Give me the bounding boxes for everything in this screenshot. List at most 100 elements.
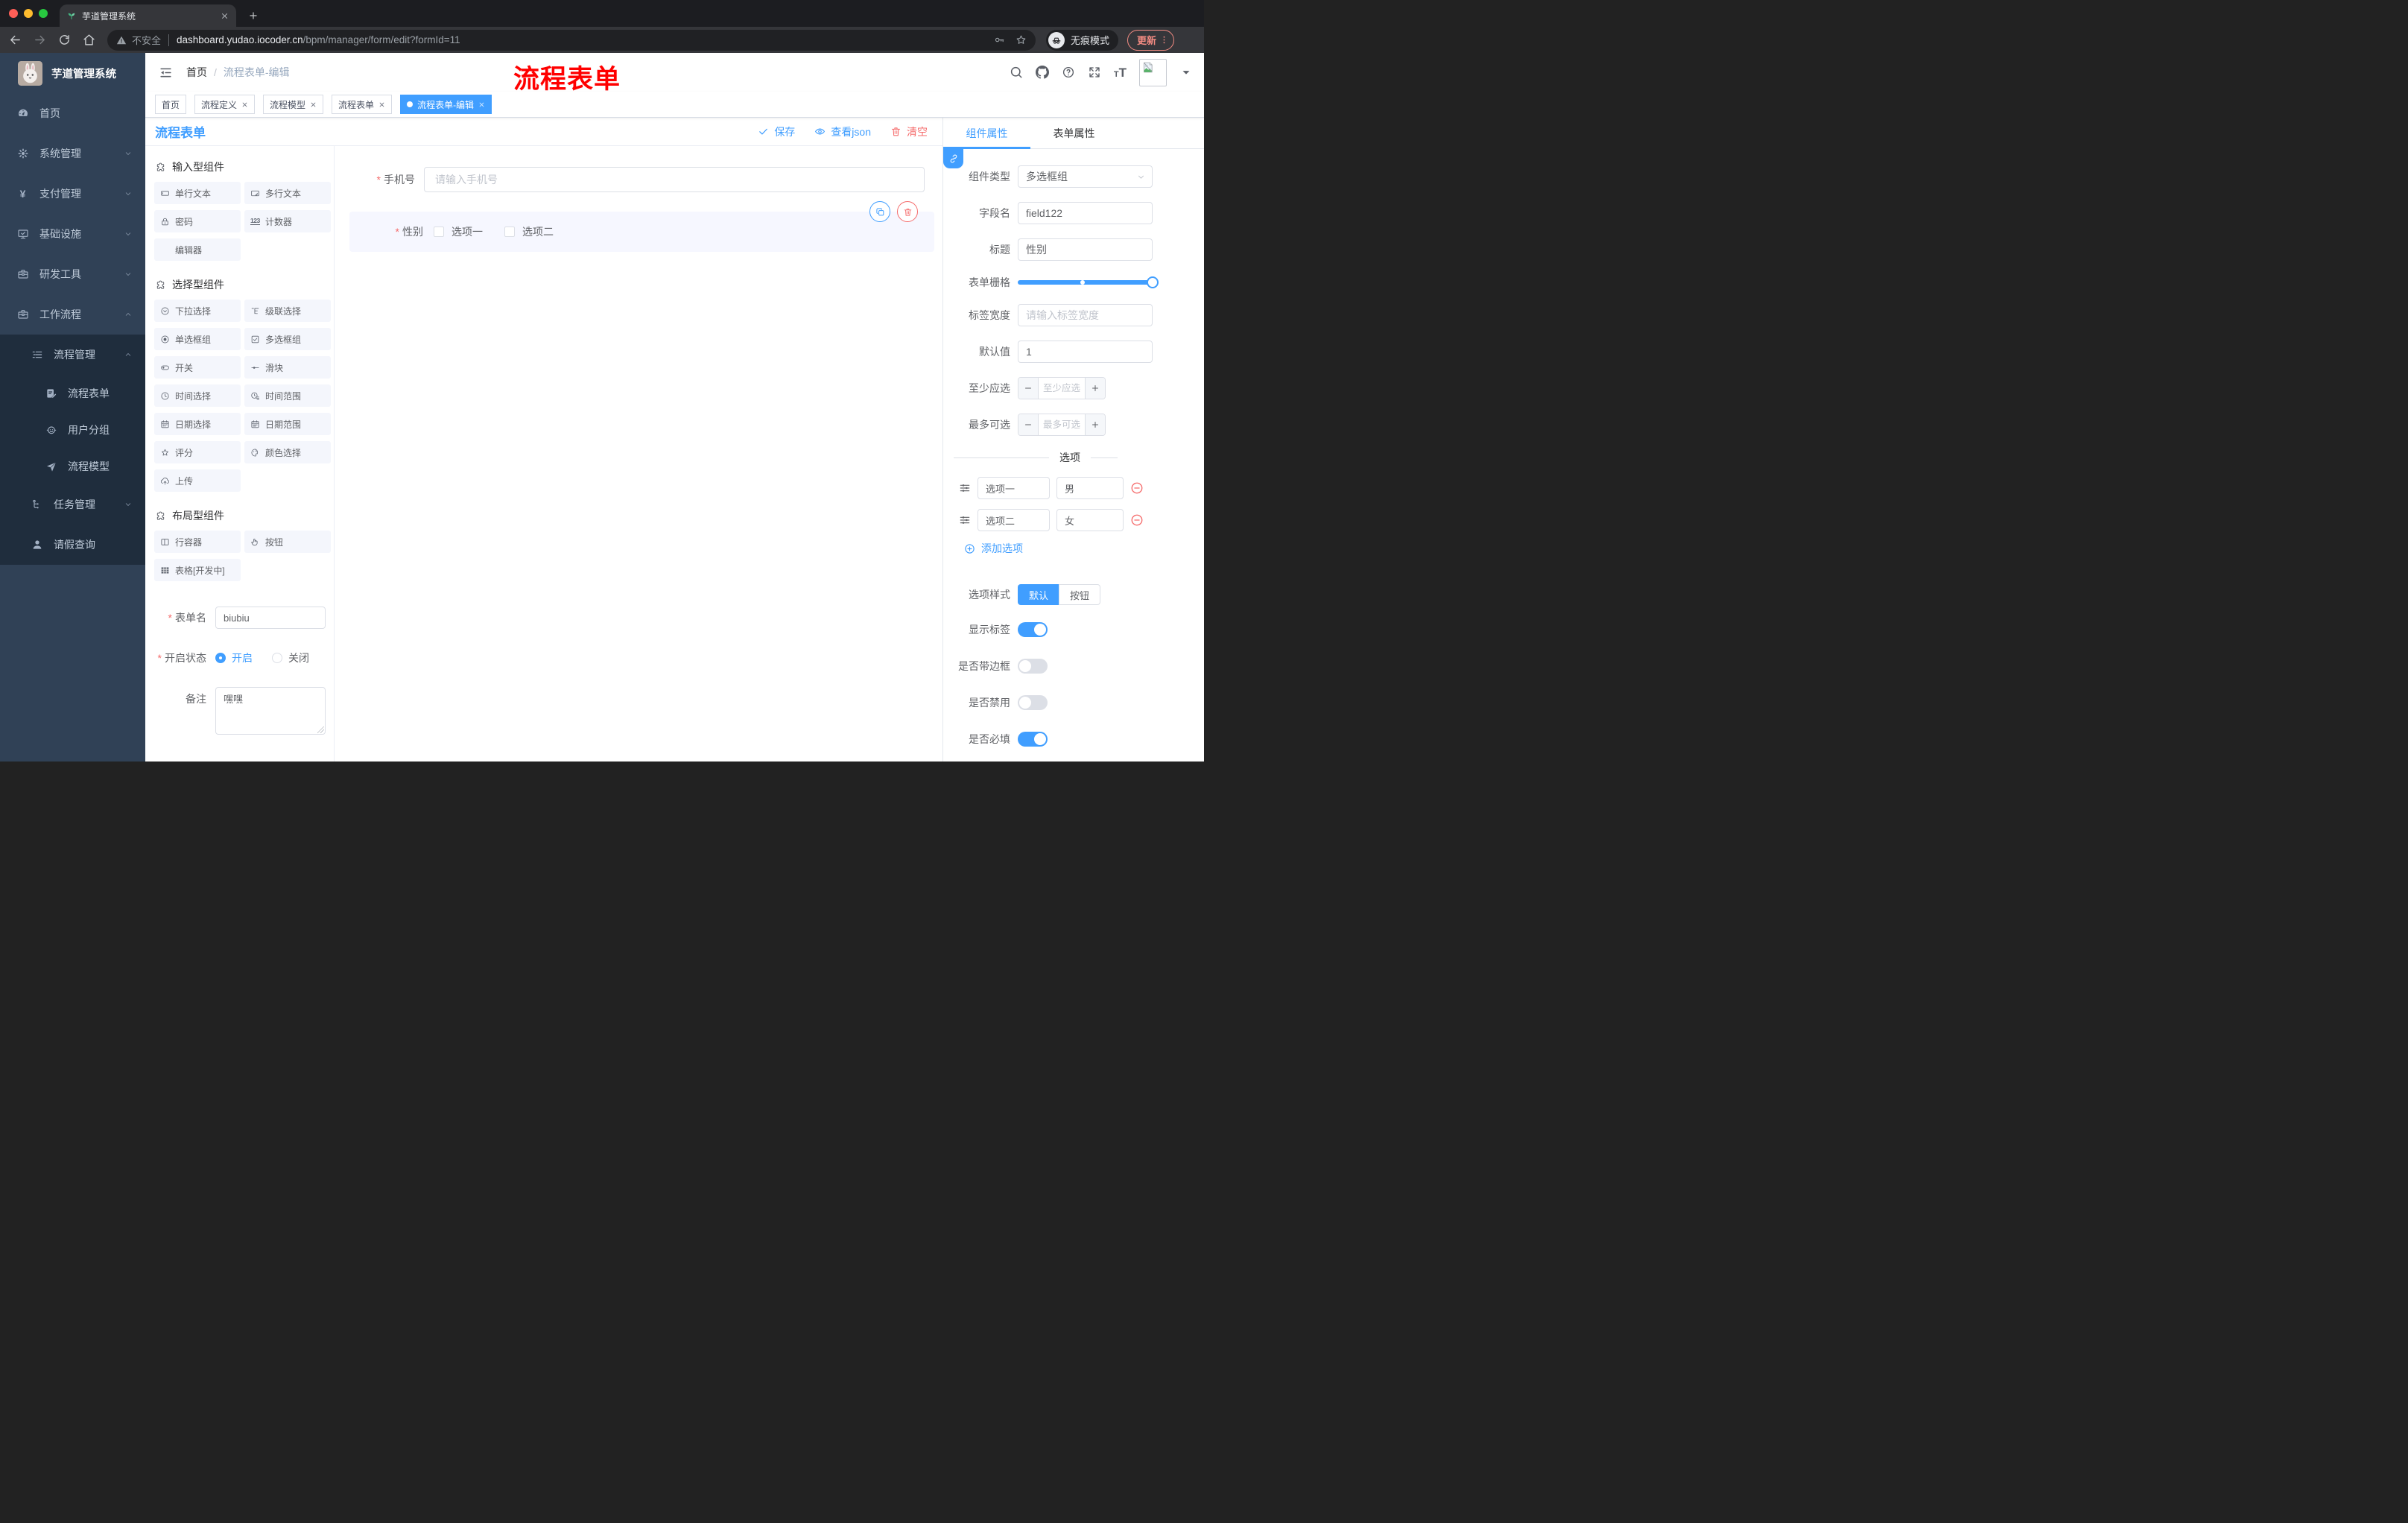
back-button[interactable] [9, 34, 22, 46]
title-input[interactable] [1018, 238, 1153, 261]
increase-button[interactable] [1085, 414, 1105, 435]
resize-grip[interactable] [317, 726, 324, 733]
disabled-toggle[interactable] [1018, 695, 1048, 710]
sidebar-item-process-form[interactable]: 流程表单 [0, 375, 145, 411]
tab-process-model[interactable]: 流程模型 [263, 95, 324, 114]
close-icon[interactable] [478, 101, 485, 108]
font-size-icon[interactable]: TT [1114, 66, 1127, 79]
view-json-button[interactable]: 查看json [814, 124, 871, 139]
copy-component-button[interactable] [869, 201, 890, 222]
component-item-radio-group[interactable]: 单选框组 [154, 328, 241, 350]
drag-handle-icon[interactable] [959, 482, 971, 494]
breadcrumb-home[interactable]: 首页 [186, 65, 207, 80]
github-icon[interactable] [1035, 66, 1049, 79]
fullscreen-icon[interactable] [1088, 66, 1101, 79]
min-select-input[interactable] [1039, 378, 1085, 399]
avatar[interactable] [1139, 58, 1167, 86]
clear-button[interactable]: 清空 [890, 124, 928, 139]
sidebar-item-workflow[interactable]: 工作流程 [0, 294, 145, 335]
component-item-button[interactable]: 按钮 [244, 531, 331, 553]
close-icon[interactable] [310, 101, 317, 108]
component-item-time-range[interactable]: 时间范围 [244, 384, 331, 407]
status-radio-on[interactable]: 开启 [215, 650, 253, 665]
sidebar-item-system[interactable]: 系统管理 [0, 133, 145, 174]
bookmark-star-icon[interactable] [1016, 34, 1027, 45]
increase-button[interactable] [1085, 378, 1105, 399]
component-item-counter[interactable]: 123 计数器 [244, 210, 331, 232]
close-icon[interactable] [241, 101, 248, 108]
style-default-button[interactable]: 默认 [1018, 584, 1059, 605]
browser-tab[interactable]: 芋道管理系统 [60, 4, 236, 27]
slider-handle[interactable] [1147, 276, 1159, 288]
sidebar-item-process-mgmt[interactable]: 流程管理 [0, 335, 145, 375]
required-toggle[interactable] [1018, 732, 1048, 747]
show-label-toggle[interactable] [1018, 622, 1048, 637]
add-option-button[interactable]: 添加选项 [964, 541, 1194, 556]
tab-form-props[interactable]: 表单属性 [1030, 118, 1118, 148]
component-item-single-text[interactable]: 单行文本 [154, 182, 241, 204]
phone-field-input[interactable] [424, 167, 925, 192]
sidebar-item-payment[interactable]: ¥ 支付管理 [0, 174, 145, 214]
avatar-caret-icon[interactable] [1179, 66, 1193, 79]
save-button[interactable]: 保存 [758, 124, 795, 139]
field-name-input[interactable] [1018, 202, 1153, 224]
option-label-input[interactable] [978, 509, 1050, 531]
sidebar-item-user-group[interactable]: 用户分组 [0, 411, 145, 448]
component-item-row-container[interactable]: 行容器 [154, 531, 241, 553]
component-item-slider[interactable]: 滑块 [244, 356, 331, 379]
component-item-multi-text[interactable]: 多行文本 [244, 182, 331, 204]
sidebar-item-home[interactable]: 首页 [0, 93, 145, 133]
tab-component-props[interactable]: 组件属性 [943, 118, 1030, 149]
browser-update-button[interactable]: 更新 [1127, 29, 1175, 51]
reload-button[interactable] [58, 34, 71, 46]
option-label-input[interactable] [978, 477, 1050, 499]
component-item-editor[interactable]: 编辑器 [154, 238, 241, 261]
password-key-icon[interactable] [994, 34, 1005, 45]
form-name-input[interactable] [215, 607, 326, 629]
gender-option-1[interactable]: 选项一 [434, 224, 483, 239]
decrease-button[interactable] [1018, 414, 1039, 435]
window-close-button[interactable] [9, 9, 18, 18]
address-bar[interactable]: 不安全 dashboard.yudao.iocoder.cn /bpm/mana… [107, 29, 1036, 51]
sidebar-collapse-icon[interactable] [159, 66, 173, 80]
remove-option-icon[interactable] [1130, 513, 1144, 527]
sidebar-item-devtools[interactable]: 研发工具 [0, 254, 145, 294]
tab-process-form-edit[interactable]: 流程表单-编辑 [400, 95, 492, 114]
security-label[interactable]: 不安全 [132, 33, 161, 47]
sidebar-item-process-model[interactable]: 流程模型 [0, 448, 145, 484]
sidebar-item-leave-query[interactable]: 请假查询 [0, 525, 145, 565]
drag-handle-icon[interactable] [959, 514, 971, 526]
sidebar-logo[interactable]: 芋道管理系统 [0, 53, 145, 93]
help-icon[interactable] [1062, 66, 1075, 79]
max-select-input[interactable] [1039, 414, 1085, 435]
component-item-rate[interactable]: 评分 [154, 441, 241, 463]
tab-close-icon[interactable] [221, 12, 229, 20]
component-item-checkbox-group[interactable]: 多选框组 [244, 328, 331, 350]
component-item-color-picker[interactable]: 颜色选择 [244, 441, 331, 463]
link-tab-button[interactable] [943, 149, 963, 168]
tab-process-definition[interactable]: 流程定义 [194, 95, 256, 114]
with-border-toggle[interactable] [1018, 659, 1048, 674]
sidebar-item-task-mgmt[interactable]: 任务管理 [0, 484, 145, 525]
canvas-field-gender-selected[interactable]: 性别 选项一 选项二 [349, 201, 934, 252]
form-remark-textarea[interactable]: 嘿嘿 [215, 687, 326, 735]
option-value-input[interactable] [1056, 509, 1124, 531]
option-value-input[interactable] [1056, 477, 1124, 499]
form-grid-slider[interactable] [1018, 276, 1159, 288]
style-button-button[interactable]: 按钮 [1059, 584, 1101, 605]
search-icon[interactable] [1010, 66, 1023, 79]
tab-process-form[interactable]: 流程表单 [332, 95, 393, 114]
component-item-switch[interactable]: 开关 [154, 356, 241, 379]
slider-track[interactable] [1018, 280, 1153, 285]
component-item-date-range[interactable]: 日期范围 [244, 413, 331, 435]
canvas-field-phone[interactable]: 手机号 [352, 167, 925, 192]
window-minimize-button[interactable] [24, 9, 33, 18]
tab-home[interactable]: 首页 [155, 95, 187, 114]
window-zoom-button[interactable] [39, 9, 48, 18]
gender-option-2[interactable]: 选项二 [504, 224, 554, 239]
sidebar-item-infra[interactable]: 基础设施 [0, 214, 145, 254]
checkbox[interactable] [434, 227, 444, 237]
component-item-cascader[interactable]: 级联选择 [244, 300, 331, 322]
component-item-select[interactable]: 下拉选择 [154, 300, 241, 322]
component-item-time-picker[interactable]: 时间选择 [154, 384, 241, 407]
